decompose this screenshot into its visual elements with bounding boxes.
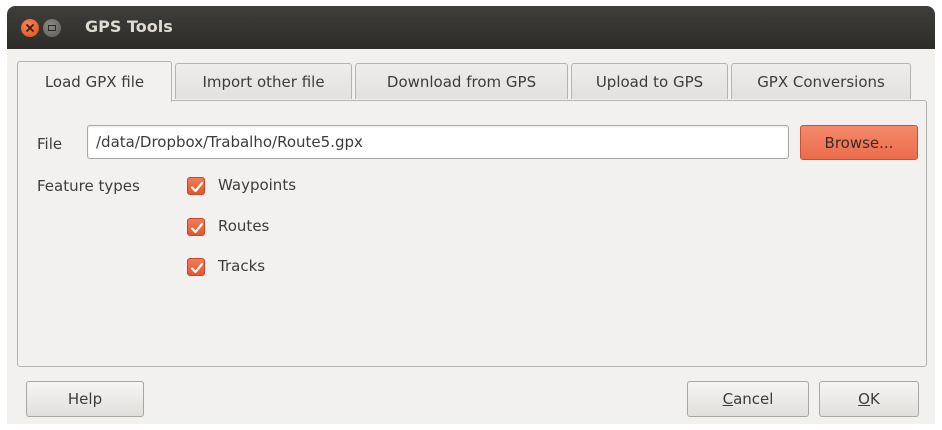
minimize-icon[interactable] <box>43 19 61 37</box>
tracks-label: Tracks <box>218 257 266 275</box>
cancel-button[interactable]: Cancel <box>687 381 809 417</box>
cancel-mnemonic: C <box>722 390 734 408</box>
tab-load-gpx-file[interactable]: Load GPX file <box>17 61 172 102</box>
tracks-checkbox[interactable] <box>187 258 205 276</box>
close-icon[interactable] <box>21 19 39 37</box>
window-title: GPS Tools <box>85 17 173 36</box>
waypoints-label: Waypoints <box>218 176 297 194</box>
browse-button[interactable]: Browse... <box>800 125 918 160</box>
tab-gpx-conversions[interactable]: GPX Conversions <box>731 63 911 99</box>
waypoints-checkbox[interactable] <box>187 177 205 195</box>
tab-upload-to-gps[interactable]: Upload to GPS <box>571 63 728 99</box>
title-bar[interactable]: GPS Tools <box>7 6 935 49</box>
ok-label-rest: K <box>869 390 880 408</box>
routes-label: Routes <box>218 217 270 235</box>
routes-checkbox[interactable] <box>187 218 205 236</box>
checkmark-icon <box>190 181 204 193</box>
file-path-input[interactable] <box>87 125 789 159</box>
checkmark-icon <box>190 222 204 234</box>
ok-button[interactable]: OK <box>819 381 919 417</box>
ok-mnemonic: O <box>858 390 870 408</box>
help-button[interactable]: Help <box>26 381 144 417</box>
tab-download-from-gps[interactable]: Download from GPS <box>355 63 568 99</box>
checkmark-icon <box>190 262 204 274</box>
tab-import-other-file[interactable]: Import other file <box>175 63 352 99</box>
file-label: File <box>37 135 63 153</box>
feature-types-label: Feature types <box>37 177 140 195</box>
cancel-label-rest: ancel <box>733 390 774 408</box>
